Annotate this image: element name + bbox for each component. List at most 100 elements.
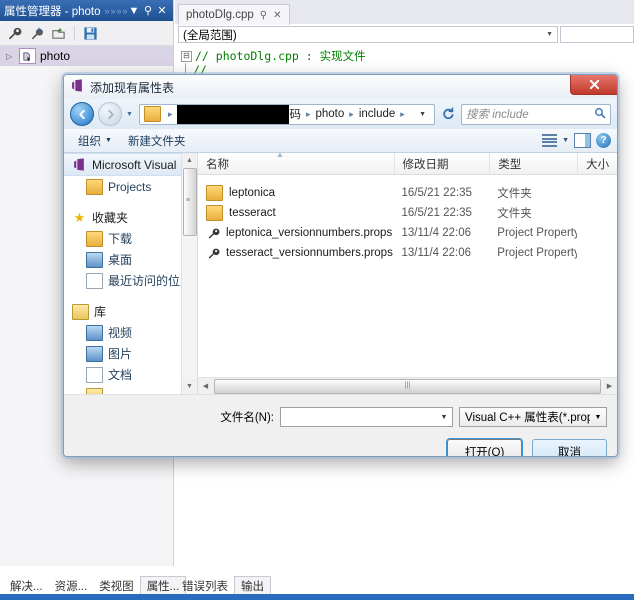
properties-wrench-icon[interactable] [5,24,24,43]
scroll-down-arrow-icon[interactable]: ▼ [182,379,197,394]
column-header-type[interactable]: 类型 [489,153,577,174]
forward-button[interactable] [98,102,122,126]
scrollbar-thumb[interactable]: ||| [214,378,601,394]
address-dropdown-icon[interactable]: ▼ [414,111,431,118]
file-name-cell: tesseract [198,205,394,221]
magnifier-icon[interactable] [594,107,606,122]
add-property-sheet-icon[interactable] [27,24,46,43]
history-dropdown-icon[interactable]: ▼ [126,111,135,118]
pane-close-icon[interactable]: ✕ [155,4,169,17]
bottom-tab-error-list[interactable]: 错误列表 [176,577,234,594]
breadcrumb-item-include[interactable]: include [359,108,395,120]
tab-close-icon[interactable]: ✕ [273,10,281,21]
file-type-filter[interactable]: Visual C++ 属性表(*.props) ▼ [459,407,607,427]
file-list-horizontal-scrollbar[interactable]: ◀ ||| ▶ [198,377,617,394]
sidebar-item-microsoft-visual[interactable]: Microsoft Visual [64,153,197,176]
breadcrumb-separator: ▸ [400,108,405,119]
close-button[interactable] [570,75,617,95]
sidebar-item-libraries[interactable]: 库 [64,301,197,322]
file-type-cell: Project Property... [497,227,577,239]
sidebar-item-label: 桌面 [108,253,133,267]
column-header-modified[interactable]: 修改日期 [393,153,490,174]
sidebar-item-projects[interactable]: Projects [64,176,197,197]
member-dropdown[interactable] [560,26,634,43]
bottom-tab-classview[interactable]: 类视图 [93,577,140,594]
change-view-icon[interactable] [542,134,558,147]
chevron-down-icon[interactable]: ▼ [436,414,452,421]
tab-label: 资源... [54,580,88,593]
sidebar-item-videos[interactable]: 视频 [64,322,197,343]
pane-pin-icon[interactable]: ⚲ [141,4,155,17]
address-bar[interactable]: ▸ 码 ▸ photo ▸ include ▸ ▼ [138,103,435,125]
sidebar-item-desktop[interactable]: 桌面 [64,249,197,270]
tab-photodlg-cpp[interactable]: photoDlg.cpp ⚲ ✕ [178,4,290,25]
table-row[interactable]: tesseract_versionnumbers.props 13/11/4 2… [198,243,617,263]
filename-input[interactable]: ▼ [280,407,453,427]
back-button[interactable] [70,102,94,126]
file-name-cell: leptonica [198,185,394,201]
bottom-tab-resource[interactable]: 资源... [49,577,94,594]
column-label: 大小 [586,158,610,171]
organize-label: 组织 [78,135,101,148]
column-header-name[interactable]: 名称 ▲ [198,153,394,174]
toolbar-right-group: ▼ ? [542,133,611,148]
organize-menu[interactable]: 组织 ▼ [70,131,120,151]
cancel-button[interactable]: 取消 [532,439,607,456]
pane-dropdown-icon[interactable]: ▼ [127,5,141,17]
dialog-footer: 文件名(N): ▼ Visual C++ 属性表(*.props) ▼ 打开(O… [64,394,617,456]
navigation-pane-scrollbar[interactable]: ▲ ≡ ▼ [181,153,197,394]
downloads-icon [86,230,103,247]
scroll-right-arrow-icon[interactable]: ▶ [602,382,617,390]
scope-dropdown[interactable]: (全局范围) ▼ [178,26,558,43]
chevron-down-icon[interactable]: ▼ [590,414,606,421]
scope-label: (全局范围) [183,29,237,42]
breadcrumb-separator: ▸ [305,108,311,119]
bottom-tab-output[interactable]: 输出 [234,576,271,594]
sidebar-item-favorites[interactable]: ★ 收藏夹 [64,207,197,228]
sidebar-item-recent-places[interactable]: 最近访问的位置 [64,270,197,291]
sidebar-item-label: 图片 [108,347,133,361]
pictures-icon [86,345,103,362]
filename-row: 文件名(N): ▼ Visual C++ 属性表(*.props) ▼ [64,395,617,427]
chevron-down-icon[interactable]: ▼ [546,31,553,38]
sidebar-item-partial[interactable] [64,385,197,394]
help-icon[interactable]: ? [596,133,611,148]
table-row[interactable]: tesseract 16/5/21 22:35 文件夹 [198,203,617,223]
file-name-cell: tesseract_versionnumbers.props [198,246,394,260]
sidebar-item-downloads[interactable]: 下载 [64,228,197,249]
refresh-button[interactable] [439,104,457,124]
view-chevron-down-icon[interactable]: ▼ [562,137,569,144]
sidebar-item-label: 视频 [108,326,133,340]
scrollbar-grip: ||| [404,381,411,389]
tree-node-photo[interactable]: ▷ photo [0,46,173,66]
new-folder-button[interactable]: 新建文件夹 [120,131,194,151]
breadcrumb-item-photo[interactable]: photo [316,108,345,120]
tab-label: 解决... [10,580,43,593]
fold-toggle-icon[interactable]: ⊟ [181,50,192,62]
sidebar-item-documents[interactable]: 文档 [64,364,197,385]
scroll-up-arrow-icon[interactable]: ▲ [182,153,197,168]
table-row[interactable]: leptonica_versionnumbers.props 13/11/4 2… [198,223,617,243]
scroll-left-arrow-icon[interactable]: ◀ [198,382,213,390]
code-text: // photoDlg.cpp : 实现文件 [195,49,366,63]
open-button[interactable]: 打开(O) [447,439,522,456]
breadcrumb-item[interactable]: 码 [289,106,301,122]
property-manager-toolbar [0,21,173,46]
add-new-project-property-sheet-icon[interactable] [49,24,68,43]
table-row[interactable]: leptonica 16/5/21 22:35 文件夹 [198,183,617,203]
tree-expander-icon[interactable]: ▷ [6,52,15,61]
tab-pin-icon[interactable]: ⚲ [260,10,267,21]
preview-pane-icon[interactable] [574,133,591,148]
save-icon[interactable] [81,24,100,43]
property-manager-titlebar: 属性管理器 - photo »»»»»» ▼ ⚲ ✕ [0,0,173,21]
dialog-titlebar: 添加现有属性表 [64,75,617,99]
bottom-tab-solution[interactable]: 解决... [4,577,49,594]
file-type-cell: 文件夹 [497,188,532,200]
column-header-size[interactable]: 大小 [577,153,617,174]
search-box[interactable]: 搜索 include [461,103,611,125]
filename-label: 文件名(N): [220,412,274,424]
search-input[interactable]: 搜索 include [466,106,594,122]
sidebar-item-pictures[interactable]: 图片 [64,343,197,364]
property-manager-title: 属性管理器 - photo [4,5,101,18]
